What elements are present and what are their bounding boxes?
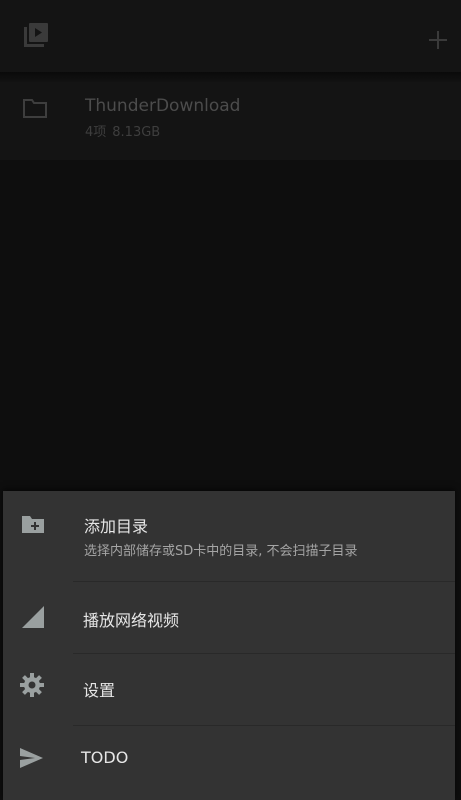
menu-item-todo[interactable]: TODO bbox=[3, 726, 455, 800]
bottom-sheet-menu: 添加目录 选择内部储存或SD卡中的目录, 不会扫描子目录 播放网络视频 设置 T… bbox=[3, 491, 455, 800]
top-app-bar bbox=[0, 0, 461, 72]
menu-item-title: 播放网络视频 bbox=[83, 611, 180, 630]
folder-plus-icon bbox=[22, 516, 44, 533]
menu-item-subtitle: 选择内部储存或SD卡中的目录, 不会扫描子目录 bbox=[84, 544, 358, 559]
menu-item-title: 添加目录 bbox=[84, 517, 149, 536]
signal-icon bbox=[22, 606, 44, 628]
menu-item-settings[interactable]: 设置 bbox=[3, 654, 455, 725]
folder-size: 8.13GB bbox=[112, 125, 161, 140]
folder-icon bbox=[23, 99, 47, 118]
gear-icon bbox=[20, 673, 44, 697]
folder-item-count: 4项 bbox=[85, 125, 107, 140]
folder-name: ThunderDownload bbox=[85, 96, 241, 116]
menu-item-title: 设置 bbox=[83, 681, 116, 700]
send-icon bbox=[20, 748, 43, 768]
menu-item-add-directory[interactable]: 添加目录 选择内部储存或SD卡中的目录, 不会扫描子目录 bbox=[3, 491, 455, 581]
toolbar-shadow bbox=[0, 72, 461, 82]
menu-item-play-network-video[interactable]: 播放网络视频 bbox=[3, 582, 455, 653]
screen: ThunderDownload 4项 8.13GB 添加目录 选择内部储存或SD卡… bbox=[0, 0, 461, 800]
menu-item-title: TODO bbox=[81, 748, 129, 767]
folder-meta: 4项 8.13GB bbox=[85, 121, 160, 140]
video-library-icon[interactable] bbox=[22, 21, 50, 49]
folder-list-item[interactable]: ThunderDownload 4项 8.13GB bbox=[0, 82, 461, 160]
plus-icon[interactable] bbox=[426, 28, 450, 52]
